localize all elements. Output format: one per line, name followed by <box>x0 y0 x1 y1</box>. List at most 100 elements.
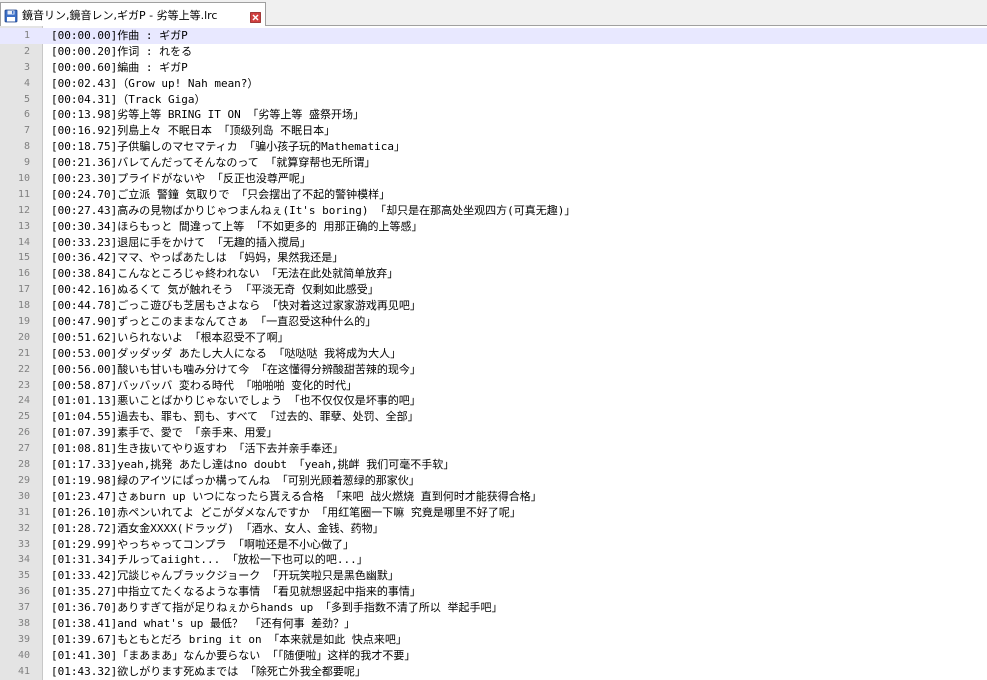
editor-line[interactable]: 33 [01:29.99]やっちゃってコンプラ 「啊啦还是不小心做了」 <box>0 537 987 553</box>
line-text[interactable]: [00:02.43]（Grow up! Nah mean?） <box>51 76 258 92</box>
editor-line[interactable]: 34 [01:31.34]チルってaiight... 「放松一下也可以的吧...」 <box>0 552 987 568</box>
editor-line[interactable]: 9 [00:21.36]バレてんだってそんなのって 「就算穿帮也无所谓」 <box>0 155 987 171</box>
editor-line[interactable]: 27 [01:08.81]生き抜いてやり返すわ 「活下去并亲手奉还」 <box>0 441 987 457</box>
line-text[interactable]: [01:19.98]緑のアイツにぱっか構ってんね 「可别光顾着葱绿的那家伙」 <box>51 473 420 489</box>
text-editor[interactable]: 1 [00:00.00]作曲 : ギガP 2 [00:00.20]作词 : れをる 3 [… <box>0 26 987 680</box>
editor-line[interactable]: 14 [00:33.23]退屈に手をかけて 「无趣的插入搅局」 <box>0 235 987 251</box>
editor-line[interactable]: 36 [01:35.27]中指立てたくなるような事情 「看见就想竖起中指来的事情」 <box>0 584 987 600</box>
editor-line[interactable]: 31 [01:26.10]赤ペンいれてよ どこがダメなんですか 「用红笔圈一下嘛 … <box>0 505 987 521</box>
editor-line[interactable]: 37 [01:36.70]ありすぎて指が足りねぇからhands up 「多到手指数… <box>0 600 987 616</box>
line-text[interactable]: [00:53.00]ダッダッダ あたし大人になる 「哒哒哒 我将成为大人」 <box>51 346 401 362</box>
line-text[interactable]: [01:39.67]もともとだろ bring it on 「本来就是如此 快点来… <box>51 632 407 648</box>
editor-line[interactable]: 21 [00:53.00]ダッダッダ あたし大人になる 「哒哒哒 我将成为大人」 <box>0 346 987 362</box>
line-number: 30 <box>17 490 30 502</box>
line-text[interactable]: [01:41.30]「まあまあ」なんか要らない 「「随便啦」这样的我才不要」 <box>51 648 415 664</box>
line-text[interactable]: [01:01.13]悪いことばかりじゃないでしょう 「也不仅仅仅是坏事的吧」 <box>51 393 421 409</box>
line-text[interactable]: [00:38.84]こんなところじゃ終われない 「无法在此处就简单放弃」 <box>51 266 398 282</box>
line-text[interactable]: [00:44.78]ごっこ遊びも芝居もさよなら 「快对着这过家家游戏再见吧」 <box>51 298 421 314</box>
line-number: 7 <box>23 125 30 137</box>
line-number: 28 <box>17 459 30 471</box>
line-number: 12 <box>17 204 30 216</box>
line-text[interactable]: [00:21.36]バレてんだってそんなのって 「就算穿帮也无所谓」 <box>51 155 375 171</box>
editor-line[interactable]: 39 [01:39.67]もともとだろ bring it on 「本来就是如此 快… <box>0 632 987 648</box>
editor-line[interactable]: 16 [00:38.84]こんなところじゃ終われない 「无法在此处就简单放弃」 <box>0 266 987 282</box>
editor-line[interactable]: 40 [01:41.30]「まあまあ」なんか要らない 「「随便啦」这样的我才不要」 <box>0 648 987 664</box>
editor-line[interactable]: 20 [00:51.62]いられないよ 「根本忍受不了啊」 <box>0 330 987 346</box>
line-text[interactable]: [01:08.81]生き抜いてやり返すわ 「活下去并亲手奉还」 <box>51 441 344 457</box>
line-text[interactable]: [01:04.55]過去も、罪も、罰も、すべて 「过去的、罪孽、处罚、全部」 <box>51 409 419 425</box>
line-text[interactable]: [00:42.16]ぬるくて 気が触れそう 「平淡无奇 仅剩如此感受」 <box>51 282 379 298</box>
editor-line[interactable]: 13 [00:30.34]ほらもっと 間違って上等 「不如更多的 用那正确的上等感… <box>0 219 987 235</box>
line-number: 14 <box>17 236 30 248</box>
close-icon[interactable] <box>250 8 261 23</box>
line-number: 11 <box>17 188 30 200</box>
editor-line[interactable]: 17 [00:42.16]ぬるくて 気が触れそう 「平淡无奇 仅剩如此感受」 <box>0 282 987 298</box>
editor-line[interactable]: 18 [00:44.78]ごっこ遊びも芝居もさよなら 「快对着这过家家游戏再见吧」 <box>0 298 987 314</box>
line-text[interactable]: [01:17.33]yeah,挑発 あたし達はno doubt 「yeah,挑衅… <box>51 457 454 473</box>
line-text[interactable]: [00:51.62]いられないよ 「根本忍受不了啊」 <box>51 330 289 346</box>
editor-line[interactable]: 1 [00:00.00]作曲 : ギガP <box>0 28 987 44</box>
editor-line[interactable]: 29 [01:19.98]緑のアイツにぱっか構ってんね 「可别光顾着葱绿的那家伙」 <box>0 473 987 489</box>
line-text[interactable]: [00:00.00]作曲 : ギガP <box>51 28 188 44</box>
line-text[interactable]: [00:33.23]退屈に手をかけて 「无趣的插入搅局」 <box>51 235 311 251</box>
line-text[interactable]: [01:43.32]欲しがります死ぬまでは 「除死亡外我全都要呢」 <box>51 664 366 680</box>
line-text[interactable]: [00:04.31]（Track Giga） <box>51 92 205 108</box>
line-text[interactable]: [00:00.20]作词 : れをる <box>51 44 192 60</box>
editor-line[interactable]: 26 [01:07.39]素手で、愛で 「亲手来、用爱」 <box>0 425 987 441</box>
line-text[interactable]: [01:23.47]さぁburn up いつになったら貰える合格 「来吧 战火燃… <box>51 489 542 505</box>
editor-line[interactable]: 5 [00:04.31]（Track Giga） <box>0 92 987 108</box>
line-text[interactable]: [00:36.42]ママ、やっぱあたしは 「妈妈，果然我还是」 <box>51 250 343 266</box>
line-text[interactable]: [01:07.39]素手で、愛で 「亲手来、用爱」 <box>51 425 277 441</box>
line-text[interactable]: [01:31.34]チルってaiight... 「放松一下也可以的吧...」 <box>51 552 368 568</box>
line-number: 9 <box>23 157 30 169</box>
editor-line[interactable]: 25 [01:04.55]過去も、罪も、罰も、すべて 「过去的、罪孽、处罚、全部」 <box>0 409 987 425</box>
line-text[interactable]: [01:38.41]and what's up 最低？ 「还有何事 差劲？」 <box>51 616 355 632</box>
line-text[interactable]: [00:23.30]プライドがないや 「反正也没尊严呢」 <box>51 171 311 187</box>
editor-line[interactable]: 11 [00:24.70]ご立派 警鐘 気取りで 「只会摆出了不起的警钟模样」 <box>0 187 987 203</box>
editor-line[interactable]: 15 [00:36.42]ママ、やっぱあたしは 「妈妈，果然我还是」 <box>0 250 987 266</box>
line-text[interactable]: [01:36.70]ありすぎて指が足りねぇからhands up 「多到手指数不清… <box>51 600 502 616</box>
line-number: 22 <box>17 363 30 375</box>
line-text[interactable]: [00:47.90]ずっとこのままなんてさぁ 「一直忍受这种什么的」 <box>51 314 376 330</box>
tab-bar: 鏡音リン,鏡音レン,ギガP - 劣等上等.lrc <box>0 0 987 26</box>
line-text[interactable]: [01:35.27]中指立てたくなるような事情 「看见就想竖起中指来的事情」 <box>51 584 421 600</box>
line-number: 6 <box>23 109 30 121</box>
editor-line[interactable]: 10 [00:23.30]プライドがないや 「反正也没尊严呢」 <box>0 171 987 187</box>
editor-line[interactable]: 22 [00:56.00]酸いも甘いも噛み分けて今 「在这懂得分辨酸甜苦辣的现今」 <box>0 362 987 378</box>
editor-line[interactable]: 41 [01:43.32]欲しがります死ぬまでは 「除死亡外我全都要呢」 <box>0 664 987 680</box>
editor-line[interactable]: 8 [00:18.75]子供騙しのマセマティカ 「骗小孩子玩的Mathematic… <box>0 139 987 155</box>
line-text[interactable]: [00:58.87]バッバッバ 変わる時代 「啪啪啪 变化的时代」 <box>51 378 357 394</box>
line-text[interactable]: [00:27.43]高みの見物ばかりじゃつまんねぇ(It's boring) 「… <box>51 203 575 219</box>
editor-line[interactable]: 3 [00:00.60]編曲 : ギガP <box>0 60 987 76</box>
editor-line[interactable]: 24 [01:01.13]悪いことばかりじゃないでしょう 「也不仅仅仅是坏事的吧」 <box>0 393 987 409</box>
editor-line[interactable]: 28 [01:17.33]yeah,挑発 あたし達はno doubt 「yeah,… <box>0 457 987 473</box>
editor-line[interactable]: 38 [01:38.41]and what's up 最低？ 「还有何事 差劲？」 <box>0 616 987 632</box>
editor-line[interactable]: 32 [01:28.72]酒女金XXXX(ドラッグ) 「酒水、女人、金钱、药物」 <box>0 521 987 537</box>
line-text[interactable]: [01:29.99]やっちゃってコンプラ 「啊啦还是不小心做了」 <box>51 537 354 553</box>
line-text[interactable]: [00:16.92]列島上々 不眠日本 「顶级列岛 不眠日本」 <box>51 123 335 139</box>
line-text[interactable]: [00:24.70]ご立派 警鐘 気取りで 「只会摆出了不起的警钟模样」 <box>51 187 390 203</box>
line-text[interactable]: [00:30.34]ほらもっと 間違って上等 「不如更多的 用那正确的上等感」 <box>51 219 423 235</box>
line-number: 19 <box>17 316 30 328</box>
line-number: 4 <box>23 77 30 89</box>
line-text[interactable]: [01:33.42]冗談じゃんブラックジョーク 「开玩笑啦只是黑色幽默」 <box>51 568 399 584</box>
file-tab[interactable]: 鏡音リン,鏡音レン,ギガP - 劣等上等.lrc <box>0 2 266 26</box>
editor-line[interactable]: 12 [00:27.43]高みの見物ばかりじゃつまんねぇ(It's boring)… <box>0 203 987 219</box>
line-text[interactable]: [00:56.00]酸いも甘いも噛み分けて今 「在这懂得分辨酸甜苦辣的现今」 <box>51 362 421 378</box>
editor-line[interactable]: 35 [01:33.42]冗談じゃんブラックジョーク 「开玩笑啦只是黑色幽默」 <box>0 568 987 584</box>
editor-line[interactable]: 4 [00:02.43]（Grow up! Nah mean?） <box>0 76 987 92</box>
line-number: 39 <box>17 633 30 645</box>
editor-line[interactable]: 7 [00:16.92]列島上々 不眠日本 「顶级列岛 不眠日本」 <box>0 123 987 139</box>
editor-line[interactable]: 23 [00:58.87]バッバッバ 変わる時代 「啪啪啪 变化的时代」 <box>0 378 987 394</box>
editor-line[interactable]: 30 [01:23.47]さぁburn up いつになったら貰える合格 「来吧 战… <box>0 489 987 505</box>
editor-line[interactable]: 6 [00:13.98]劣等上等 BRING IT ON 「劣等上等 盛祭开场」 <box>0 107 987 123</box>
line-number: 2 <box>23 45 30 57</box>
line-text[interactable]: [01:28.72]酒女金XXXX(ドラッグ) 「酒水、女人、金钱、药物」 <box>51 521 384 537</box>
editor-line[interactable]: 2 [00:00.20]作词 : れをる <box>0 44 987 60</box>
line-text[interactable]: [00:18.75]子供騙しのマセマティカ 「骗小孩子玩的Mathematica… <box>51 139 405 155</box>
line-number: 24 <box>17 395 30 407</box>
editor-line[interactable]: 19 [00:47.90]ずっとこのままなんてさぁ 「一直忍受这种什么的」 <box>0 314 987 330</box>
line-text[interactable]: [00:13.98]劣等上等 BRING IT ON 「劣等上等 盛祭开场」 <box>51 107 364 123</box>
line-text[interactable]: [01:26.10]赤ペンいれてよ どこがダメなんですか 「用红笔圈一下嘛 究竟… <box>51 505 521 521</box>
line-text[interactable]: [00:00.60]編曲 : ギガP <box>51 60 188 76</box>
